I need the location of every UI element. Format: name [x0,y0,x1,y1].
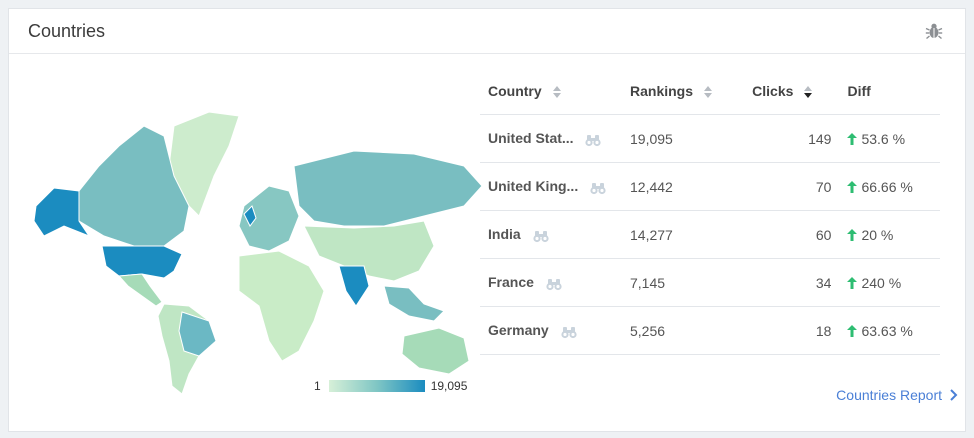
map-legend: 1 19,095 [314,378,467,394]
clicks-cell: 70 [744,162,840,211]
legend-gradient-bar [328,380,425,392]
bug-icon[interactable] [925,22,943,40]
clicks-cell: 149 [744,114,840,163]
country-cell: United King... [480,162,622,211]
column-header-country[interactable]: Country [480,68,622,115]
diff-cell: 240 % [839,258,940,307]
map-africa [238,250,325,362]
country-cell: Germany [480,306,622,355]
countries-table: Country Rankings Clicks Diff United Stat… [480,68,940,355]
table-row[interactable]: France 7,145 34 240 % [480,258,940,307]
diff-cell: 20 % [839,210,940,259]
country-cell: United Stat... [480,114,622,163]
card-title: Countries [28,21,106,41]
country-name: United King... [488,178,579,195]
diff-value: 20 % [861,226,894,243]
table-row[interactable]: Germany 5,256 18 63.63 % [480,306,940,355]
country-name: France [488,274,534,291]
chevron-right-icon [950,389,958,401]
country-name: United Stat... [488,130,574,147]
country-name: India [488,226,521,243]
diff-value: 240 % [861,274,902,291]
rankings-cell: 12,442 [622,162,745,211]
table-row[interactable]: India 14,277 60 20 % [480,210,940,259]
world-map[interactable] [24,106,482,396]
arrow-up-icon [847,324,858,337]
map-russia [293,150,482,227]
arrow-up-icon [847,180,858,193]
binoculars-icon[interactable] [532,229,549,243]
clicks-cell: 34 [744,258,840,307]
map-usa [101,245,183,279]
diff-value: 53.6 % [861,130,906,147]
rankings-cell: 19,095 [622,114,745,163]
sort-desc-icon[interactable] [803,85,813,99]
sort-icon[interactable] [703,85,713,99]
country-cell: France [480,258,622,307]
clicks-cell: 18 [744,306,840,355]
diff-value: 63.63 % [861,322,913,339]
column-header-rankings[interactable]: Rankings [622,68,745,115]
column-header-diff[interactable]: Diff [839,68,940,115]
sort-icon[interactable] [552,85,562,99]
arrow-up-icon [847,132,858,145]
legend-min-label: 1 [314,379,321,393]
table-row[interactable]: United Stat... 19,095 149 53.6 % [480,114,940,163]
binoculars-icon[interactable] [560,325,577,339]
clicks-cell: 60 [744,210,840,259]
rankings-cell: 7,145 [622,258,745,307]
map-australia [401,327,470,375]
diff-cell: 63.63 % [839,306,940,355]
countries-report-link[interactable]: Countries Report [836,387,958,403]
rankings-cell: 5,256 [622,306,745,355]
map-brazil [178,311,217,357]
binoculars-icon[interactable] [590,181,606,195]
diff-value: 66.66 % [861,178,913,195]
map-india [338,265,370,307]
country-name: Germany [488,322,549,339]
arrow-up-icon [847,276,858,289]
arrow-up-icon [847,228,858,241]
country-cell: India [480,210,622,259]
diff-cell: 53.6 % [839,114,940,163]
column-header-clicks[interactable]: Clicks [744,68,840,115]
diff-cell: 66.66 % [839,162,940,211]
table-row[interactable]: United King... 12,442 70 66.66 % [480,162,940,211]
card-header: Countries [9,9,965,54]
map-se-asia [383,285,445,322]
rankings-cell: 14,277 [622,210,745,259]
legend-max-label: 19,095 [430,379,468,393]
binoculars-icon[interactable] [546,277,562,291]
table-header-row: Country Rankings Clicks Diff [480,68,940,115]
map-central-america [117,273,163,307]
map-asia [303,220,435,282]
binoculars-icon[interactable] [585,133,602,147]
